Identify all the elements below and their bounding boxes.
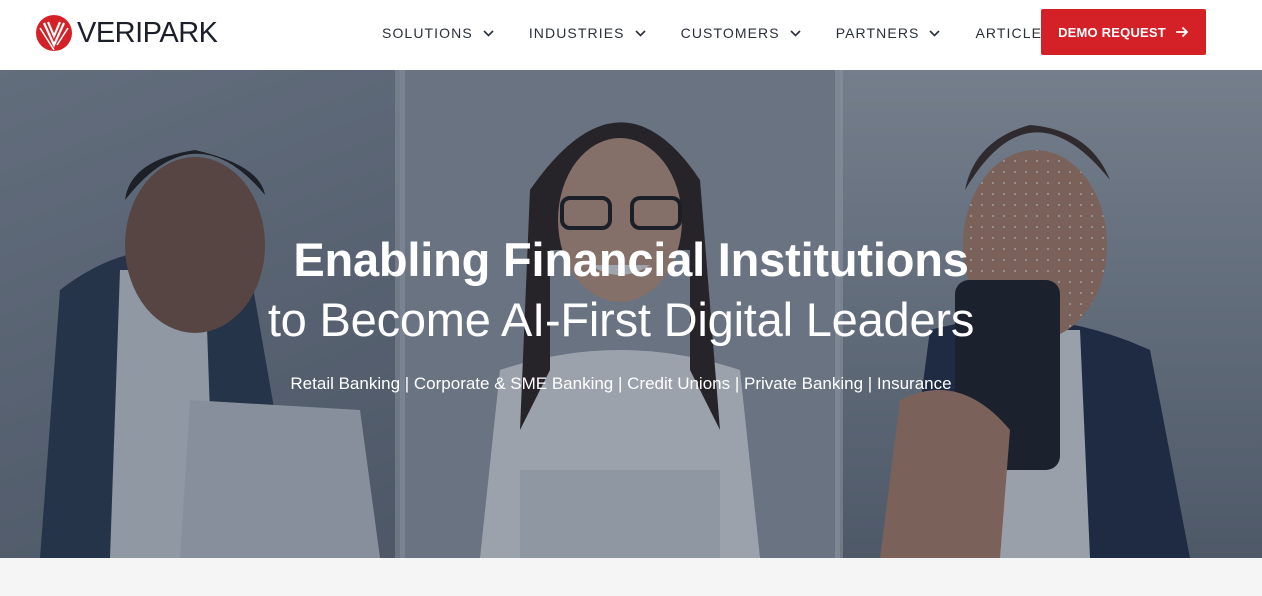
site-header: VERIPARK SOLUTIONS INDUSTRIES CUSTOMERS …	[0, 0, 1262, 70]
hero-subtitle: to Become AI-First Digital Leaders	[267, 293, 975, 346]
hero-banner: Enabling Financial Institutions to Becom…	[0, 70, 1262, 558]
nav-item-customers[interactable]: CUSTOMERS	[681, 0, 801, 66]
arrow-right-icon	[1175, 26, 1189, 38]
hero-title: Enabling Financial Institutions	[293, 233, 969, 286]
main-nav: SOLUTIONS INDUSTRIES CUSTOMERS PARTNERS …	[382, 0, 1052, 66]
nav-item-label: INDUSTRIES	[528, 25, 625, 41]
demo-request-button[interactable]: DEMO REQUEST	[1041, 9, 1206, 55]
veripark-logo[interactable]: VERIPARK	[35, 14, 218, 52]
nav-item-industries[interactable]: INDUSTRIES	[529, 0, 646, 66]
chevron-down-icon	[483, 29, 494, 37]
nav-item-solutions[interactable]: SOLUTIONS	[382, 0, 494, 66]
nav-item-label: CUSTOMERS	[680, 25, 780, 41]
chevron-down-icon	[635, 29, 646, 37]
nav-item-partners[interactable]: PARTNERS	[836, 0, 941, 66]
demo-request-label: DEMO REQUEST	[1058, 24, 1166, 40]
nav-item-label: PARTNERS	[835, 25, 920, 41]
brand-name: VERIPARK	[77, 17, 218, 49]
chevron-down-icon	[929, 29, 941, 37]
veripark-logo-mark-icon	[36, 15, 72, 51]
nav-item-label: SOLUTIONS	[382, 25, 473, 41]
next-section	[0, 558, 1262, 596]
hero-industry-segments: Retail Banking | Corporate & SME Banking…	[290, 374, 952, 393]
chevron-down-icon	[790, 29, 801, 37]
